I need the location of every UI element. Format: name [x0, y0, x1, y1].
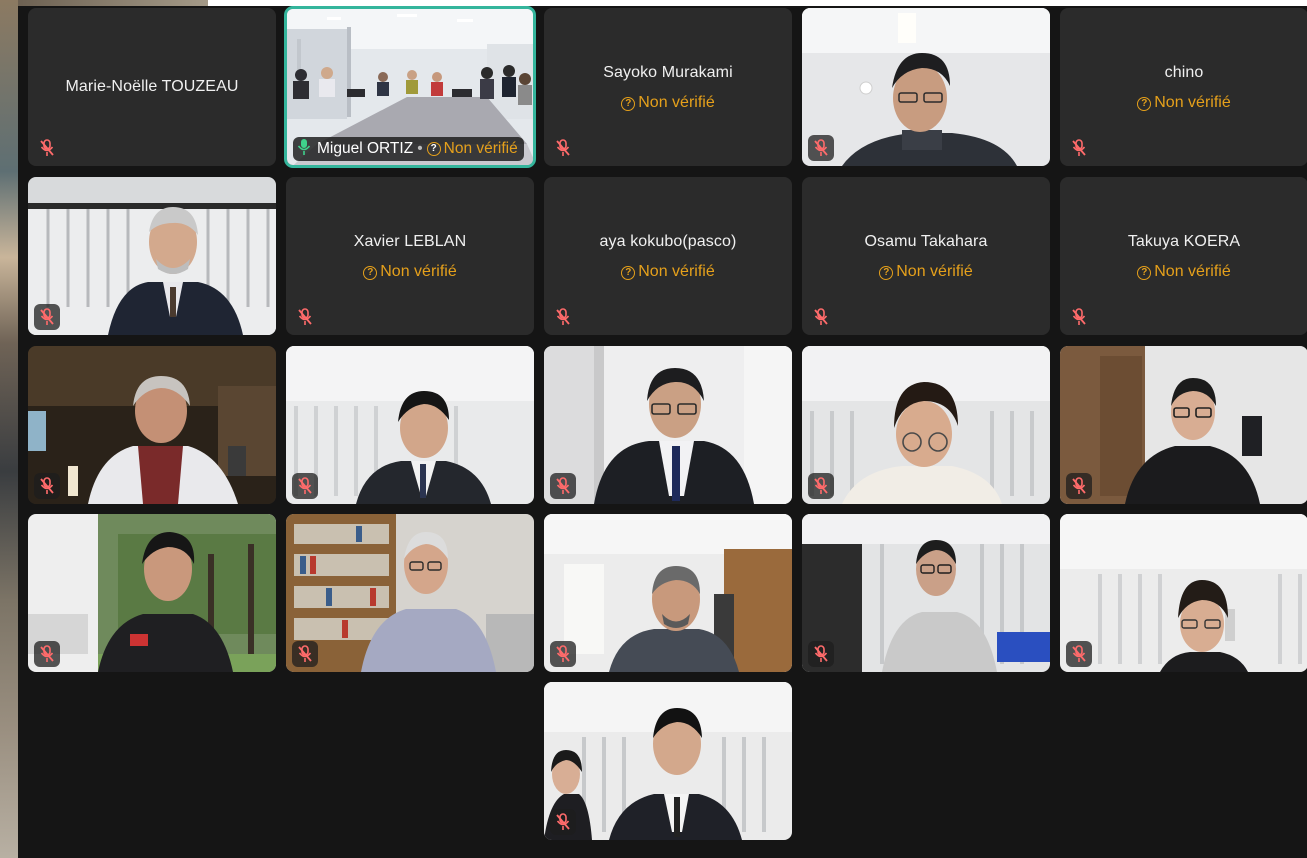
participant-tile[interactable] [544, 346, 792, 504]
participant-tile[interactable] [544, 682, 792, 840]
participant-tile[interactable] [802, 514, 1050, 672]
participant-tile[interactable] [802, 8, 1050, 166]
participant-name: chino [1164, 64, 1204, 81]
participant-tile[interactable] [802, 346, 1050, 504]
participant-video [544, 514, 792, 672]
participant-name: aya kokubo(pasco) [599, 233, 737, 250]
mic-active-icon [297, 138, 317, 161]
mic-muted-icon [808, 473, 834, 499]
mic-muted-icon [550, 473, 576, 499]
mic-muted-icon [34, 304, 60, 330]
mic-muted-icon [550, 641, 576, 667]
verification-status-row: ? Non vérifié [286, 263, 534, 281]
question-circle-icon: ? [1137, 97, 1152, 111]
participant-tile[interactable] [544, 514, 792, 672]
participant-video [286, 346, 534, 504]
mic-muted-icon [292, 304, 318, 330]
mic-muted-icon [1066, 641, 1092, 667]
participant-video [28, 514, 276, 672]
mic-muted-icon [1066, 304, 1092, 330]
verification-status: Non vérifié [638, 263, 715, 280]
question-circle-icon: ? [879, 266, 894, 280]
verification-status: Non vérifié [1154, 94, 1231, 111]
question-circle-icon: ? [426, 142, 441, 156]
participant-video [1060, 346, 1307, 504]
mic-muted-icon [292, 473, 318, 499]
participant-tile[interactable] [1060, 346, 1307, 504]
speaker-name-label: Miguel ORTIZ • ? Non vérifié [293, 137, 524, 161]
participant-video [28, 177, 276, 335]
desktop-backdrop [0, 0, 18, 858]
mic-muted-icon [1066, 135, 1092, 161]
participant-video [802, 514, 1050, 672]
participant-name: Marie-Noëlle TOUZEAU [65, 78, 239, 95]
mic-muted-icon [34, 641, 60, 667]
participant-tile[interactable]: Marie-Noëlle TOUZEAU [28, 8, 276, 166]
participant-tile[interactable]: Osamu Takahara ? Non vérifié [802, 177, 1050, 335]
participant-name: Osamu Takahara [864, 233, 988, 250]
participant-tile[interactable]: chino ? Non vérifié [1060, 8, 1307, 166]
mic-muted-icon [808, 135, 834, 161]
mic-muted-icon [34, 135, 60, 161]
mic-muted-icon [34, 473, 60, 499]
mic-muted-icon [292, 641, 318, 667]
participant-tile[interactable] [1060, 514, 1307, 672]
participant-tile[interactable]: Xavier LEBLAN ? Non vérifié [286, 177, 534, 335]
participant-tile[interactable] [28, 177, 276, 335]
verification-status-row: ? Non vérifié [544, 263, 792, 281]
participant-video [286, 514, 534, 672]
verification-status-row: ? Non vérifié [1060, 263, 1307, 281]
participant-tile[interactable] [28, 346, 276, 504]
verification-status: Non vérifié [380, 263, 457, 280]
verification-status: Non vérifié [443, 140, 518, 157]
participant-name: Xavier LEBLAN [353, 233, 467, 250]
mic-muted-icon [550, 135, 576, 161]
verification-status-row: ? Non vérifié [1060, 94, 1307, 112]
participant-video [1060, 514, 1307, 672]
verification-status: Non vérifié [638, 94, 715, 111]
participant-video [802, 346, 1050, 504]
participant-tile[interactable]: Takuya KOERA ? Non vérifié [1060, 177, 1307, 335]
participant-name: Sayoko Murakami [603, 64, 733, 81]
verification-status: Non vérifié [896, 263, 973, 280]
participant-tile[interactable] [286, 514, 534, 672]
verification-status-row: ? Non vérifié [544, 94, 792, 112]
participant-tile[interactable]: Sayoko Murakami ? Non vérifié [544, 8, 792, 166]
participant-video [544, 346, 792, 504]
mic-muted-icon [1066, 473, 1092, 499]
question-circle-icon: ? [1137, 266, 1152, 280]
mic-muted-icon [550, 809, 576, 835]
video-grid: Marie-Noëlle TOUZEAU Miguel ORTIZ • ? No… [18, 6, 1307, 858]
question-circle-icon: ? [621, 97, 636, 111]
verification-status-row: ? Non vérifié [802, 263, 1050, 281]
participant-video [802, 8, 1050, 166]
question-circle-icon: ? [621, 266, 636, 280]
mic-muted-icon [808, 304, 834, 330]
separator-dot: • [417, 140, 423, 157]
participant-video [544, 682, 792, 840]
participant-video [28, 346, 276, 504]
mic-muted-icon [808, 641, 834, 667]
question-circle-icon: ? [363, 266, 378, 280]
participant-tile-active-speaker[interactable]: Miguel ORTIZ • ? Non vérifié [284, 6, 536, 168]
verification-status: Non vérifié [1154, 263, 1231, 280]
participant-tile[interactable]: aya kokubo(pasco) ? Non vérifié [544, 177, 792, 335]
participant-name: Takuya KOERA [1127, 233, 1241, 250]
participant-tile[interactable] [28, 514, 276, 672]
mic-muted-icon [550, 304, 576, 330]
participant-name: Miguel ORTIZ [317, 140, 414, 157]
participant-tile[interactable] [286, 346, 534, 504]
